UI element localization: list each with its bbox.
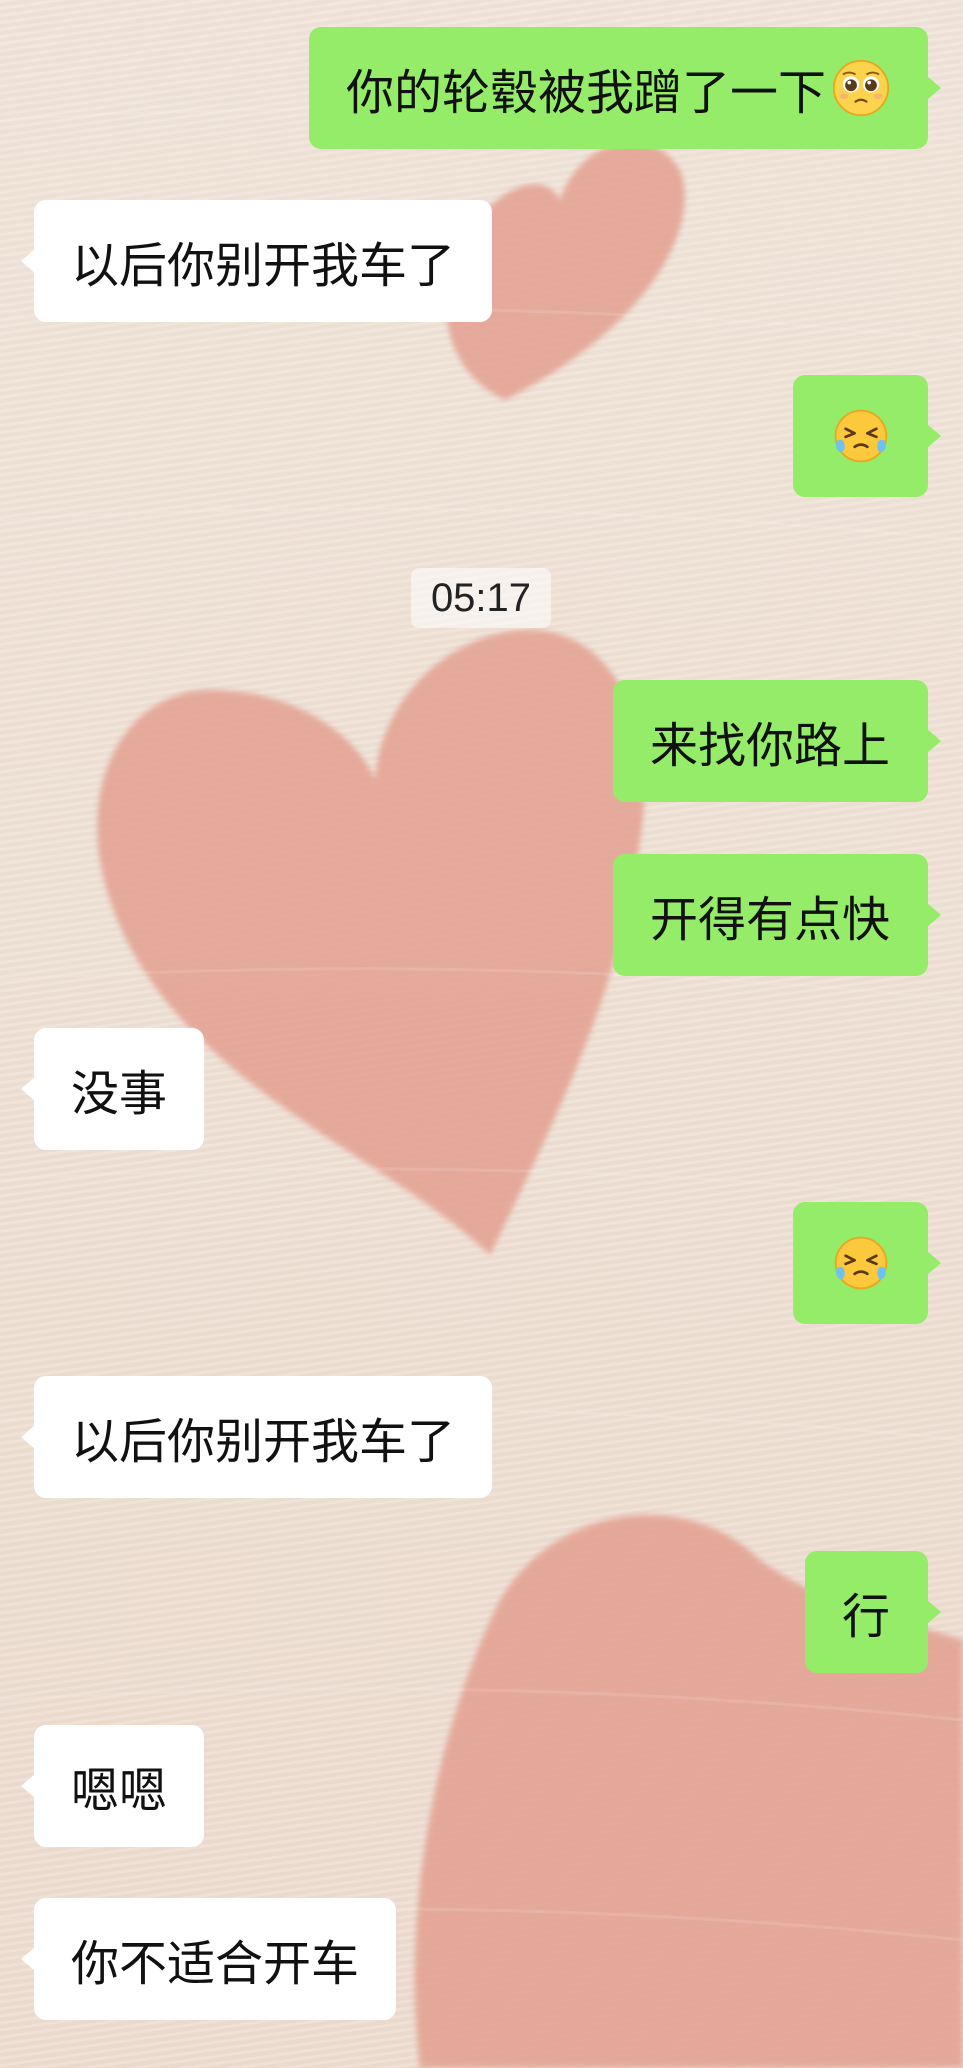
message-text: 开得有点快 <box>649 892 890 948</box>
incoming-message-bubble[interactable]: 你不适合开车 <box>20 1898 397 2020</box>
message-text: 以后你别开我车了 <box>71 1414 456 1470</box>
incoming-message-bubble[interactable]: 嗯嗯 <box>20 1725 205 1847</box>
message-timestamp: 05:17 <box>411 568 551 628</box>
pleading-face-emoji-icon <box>832 59 890 117</box>
outgoing-message-bubble[interactable]: 你的轮毂被我蹭了一下 <box>308 27 942 149</box>
message-text: 以后你别开我车了 <box>71 238 456 294</box>
outgoing-emoji-bubble[interactable] <box>793 1202 941 1324</box>
message-text: 没事 <box>71 1066 168 1122</box>
message-text: 你不适合开车 <box>71 1936 360 1992</box>
incoming-message-bubble[interactable]: 以后你别开我车了 <box>20 200 493 322</box>
incoming-message-bubble[interactable]: 没事 <box>20 1028 205 1150</box>
message-text: 你的轮毂被我蹭了一下 <box>345 65 826 121</box>
outgoing-emoji-bubble[interactable] <box>793 375 941 497</box>
laughing-crying-face-emoji-icon <box>834 409 887 463</box>
incoming-message-bubble[interactable]: 以后你别开我车了 <box>20 1376 493 1498</box>
large-heart-shape <box>97 630 645 1255</box>
laughing-crying-face-emoji-icon <box>834 1236 887 1290</box>
outgoing-message-bubble[interactable]: 开得有点快 <box>612 854 942 976</box>
outgoing-message-bubble[interactable]: 来找你路上 <box>612 680 942 802</box>
message-text: 来找你路上 <box>649 718 890 774</box>
outgoing-message-bubble[interactable]: 行 <box>804 1551 942 1673</box>
message-text: 行 <box>841 1589 890 1645</box>
message-text: 嗯嗯 <box>71 1763 168 1819</box>
